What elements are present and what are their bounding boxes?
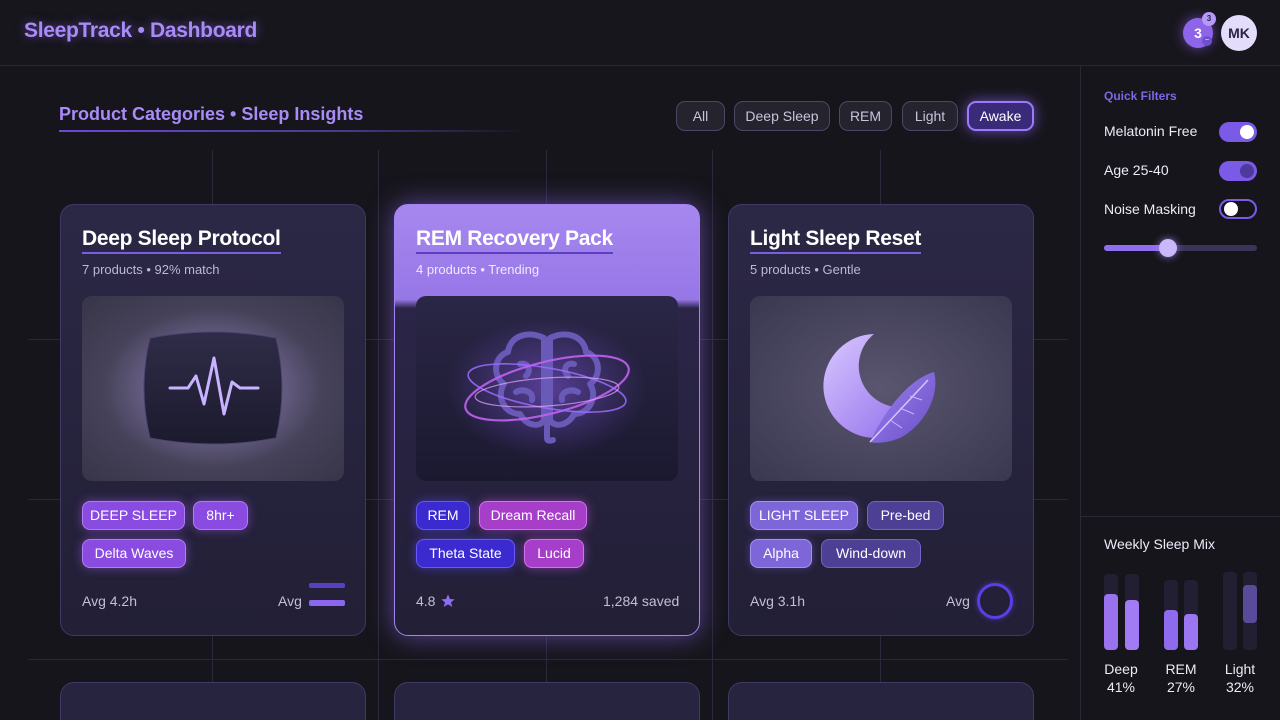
grid-line — [378, 150, 379, 720]
star-icon — [440, 593, 456, 609]
tag-deep-sleep[interactable]: DEEP SLEEP — [82, 501, 185, 530]
filter-label-noise: Noise Masking — [1104, 201, 1196, 217]
mix-label-deep: Deep 41% — [1096, 660, 1146, 696]
grid-line — [28, 659, 1068, 660]
section-underline — [59, 130, 529, 132]
avatar[interactable]: MK — [1221, 15, 1257, 51]
mix-percent: 27% — [1166, 679, 1196, 695]
toggle-age-25-40[interactable] — [1219, 161, 1257, 181]
card-subtitle: 4 products • Trending — [416, 262, 540, 277]
card-title: Light Sleep Reset — [750, 227, 921, 254]
mix-percent: 41% — [1106, 679, 1136, 695]
grid-line — [712, 150, 713, 720]
app-title: SleepTrack • Dashboard — [24, 19, 258, 42]
tag-rem[interactable]: REM — [416, 501, 470, 530]
bar-rem-2 — [1184, 614, 1198, 650]
moon-feather-icon — [750, 296, 1012, 481]
toggle-melatonin-free[interactable] — [1219, 122, 1257, 142]
quick-filters-title: Quick Filters — [1104, 89, 1177, 103]
section-title: Product Categories • Sleep Insights — [59, 104, 364, 124]
category-card-light-sleep[interactable]: Light Sleep Reset 5 products • Gentle LI… — [728, 204, 1034, 636]
mix-name: Deep — [1104, 661, 1138, 677]
category-card-deep-sleep[interactable]: Deep Sleep Protocol 7 products • 92% mat… — [60, 204, 366, 636]
mix-label-rem: REM 27% — [1156, 660, 1206, 696]
card-footer-label: Avg — [946, 593, 970, 609]
mix-name: REM — [1165, 661, 1197, 677]
bars-icon — [309, 583, 345, 609]
card-subtitle: 5 products • Gentle — [750, 262, 861, 277]
brain-orbit-icon — [416, 296, 678, 481]
slider-handle[interactable] — [1159, 239, 1178, 257]
pillow-heartbeat-icon — [82, 296, 344, 481]
filter-chip-awake[interactable]: Awake — [967, 101, 1034, 131]
tag-alpha[interactable]: Alpha — [750, 539, 812, 568]
filter-label-melatonin: Melatonin Free — [1104, 123, 1198, 139]
filter-chip-light[interactable]: Light — [902, 101, 958, 131]
bar-rem-1 — [1164, 610, 1178, 650]
tag-theta-state[interactable]: Theta State — [416, 539, 515, 568]
bar-deep-1 — [1104, 594, 1118, 650]
category-card-partial[interactable] — [60, 682, 366, 720]
filter-chip-rem[interactable]: REM — [839, 101, 892, 131]
card-title: REM Recovery Pack — [416, 227, 613, 254]
filter-chip-all[interactable]: All — [676, 101, 725, 131]
card-footer-avg: Avg 3.1h — [750, 593, 806, 609]
tag-dream-recall[interactable]: Dream Recall — [479, 501, 587, 530]
bar-light-2 — [1243, 585, 1257, 623]
card-footer-avg: Avg 4.2h — [82, 593, 138, 609]
top-bar: SleepTrack • Dashboard 3 3 ~ MK — [0, 0, 1280, 66]
tag-light-sleep[interactable]: LIGHT SLEEP — [750, 501, 858, 530]
bar-deep-2 — [1125, 600, 1139, 650]
mix-percent: 32% — [1225, 679, 1255, 695]
category-card-partial[interactable] — [728, 682, 1034, 720]
category-card-rem[interactable]: REM Recovery Pack 4 products • Trending — [394, 204, 700, 636]
tag-lucid[interactable]: Lucid — [524, 539, 584, 568]
card-footer-label: Avg — [278, 593, 302, 609]
toggle-noise-masking[interactable] — [1219, 199, 1257, 219]
tag-8hr[interactable]: 8hr+ — [193, 501, 248, 530]
mix-label-light: Light 32% — [1215, 660, 1265, 696]
weekly-mix-title: Weekly Sleep Mix — [1104, 536, 1216, 552]
ring-icon — [977, 583, 1013, 619]
category-card-partial[interactable] — [394, 682, 700, 720]
notification-badge: 3 — [1202, 12, 1216, 26]
notification-small-badge: ~ — [1202, 36, 1212, 46]
tag-wind-down[interactable]: Wind-down — [821, 539, 921, 568]
mix-name: Light — [1224, 661, 1256, 677]
bar-track — [1223, 572, 1237, 650]
card-footer-saved: 1,284 saved — [603, 593, 680, 609]
filter-label-age: Age 25-40 — [1104, 162, 1169, 178]
filter-chip-deep-sleep[interactable]: Deep Sleep — [734, 101, 830, 131]
card-subtitle: 7 products • 92% match — [82, 262, 220, 277]
tag-delta-waves[interactable]: Delta Waves — [82, 539, 186, 568]
tag-pre-bed[interactable]: Pre-bed — [867, 501, 944, 530]
card-footer-rating: 4.8 — [416, 593, 436, 609]
card-title: Deep Sleep Protocol — [82, 227, 281, 254]
